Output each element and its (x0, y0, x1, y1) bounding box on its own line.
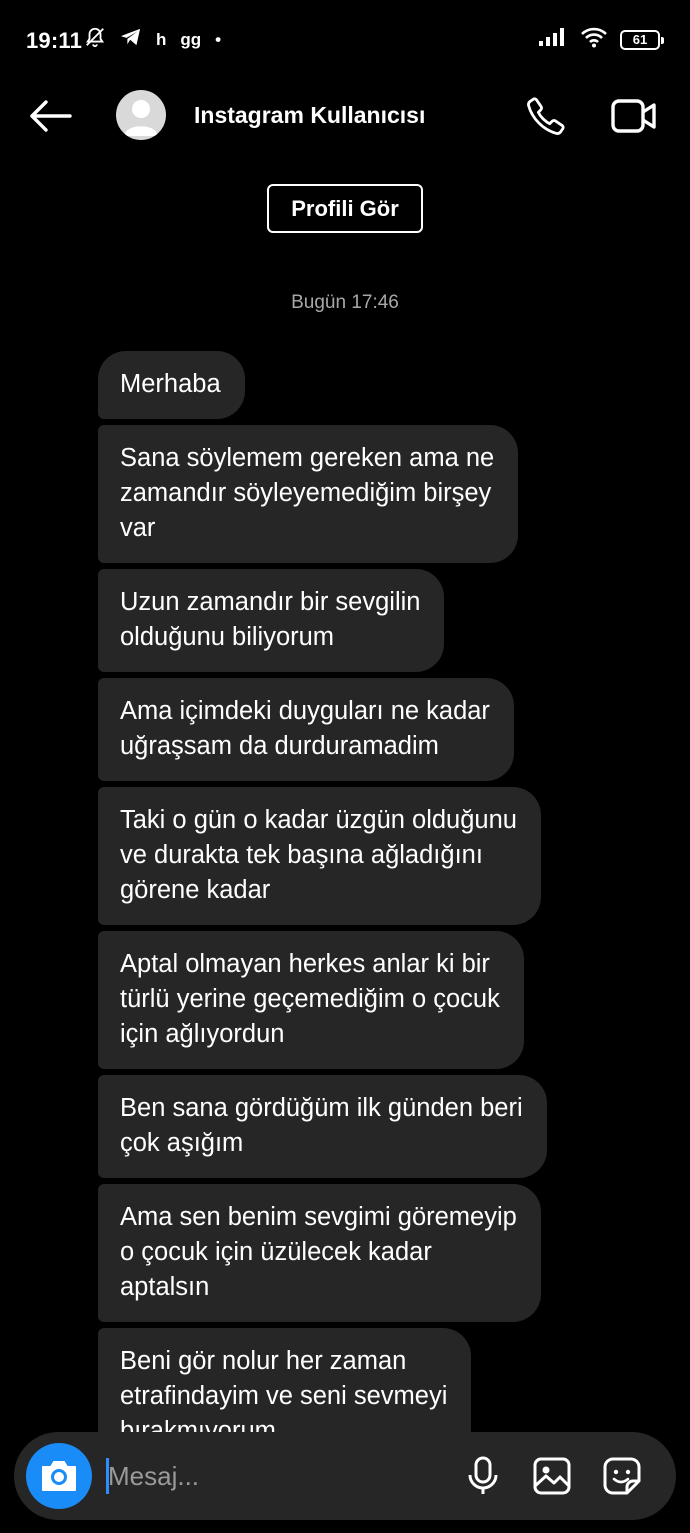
system-icons: 61 (538, 26, 664, 53)
sticker-icon (603, 1457, 641, 1495)
notification-icons: h gg • (84, 26, 221, 53)
message-bubble[interactable]: Taki o gün o kadar üzgün olduğunu ve dur… (98, 787, 541, 925)
message-timestamp: Bugün 17:46 (291, 292, 399, 313)
gg-notification: gg (180, 29, 202, 49)
video-camera-icon (611, 99, 656, 133)
message-bubble[interactable]: Ama sen benim sevgimi göremeyip o çocuk … (98, 1184, 541, 1322)
status-bar: 19:11 h gg • 61 (0, 0, 690, 80)
voice-message-button[interactable] (462, 1454, 504, 1498)
phone-icon (527, 97, 565, 135)
arrow-left-icon (30, 100, 72, 132)
chat-header: Instagram Kullanıcısı (0, 80, 690, 152)
message-bubble[interactable]: Merhaba (98, 351, 245, 419)
camera-button[interactable] (26, 1443, 92, 1509)
message-bubble[interactable]: Ama içimdeki duyguları ne kadar uğraşsam… (98, 678, 514, 781)
message-input[interactable] (108, 1452, 438, 1500)
battery-icon: 61 (620, 29, 664, 50)
contact-name[interactable]: Instagram Kullanıcısı (194, 102, 425, 129)
telegram-icon (120, 27, 142, 52)
message-bubble[interactable]: Uzun zamandır bir sevgilin olduğunu bili… (98, 569, 445, 672)
signal-icon (538, 27, 568, 52)
call-button[interactable] (522, 94, 570, 138)
status-time: 19:11 (26, 28, 83, 53)
h-notification: h (156, 29, 167, 49)
back-button[interactable] (24, 94, 76, 138)
microphone-icon (468, 1456, 498, 1494)
gallery-button[interactable] (530, 1454, 574, 1498)
message-list: Merhaba Sana söylemem gereken ama ne zam… (98, 351, 598, 1466)
avatar[interactable] (116, 90, 166, 140)
video-call-button[interactable] (608, 94, 660, 138)
image-icon (533, 1457, 571, 1495)
wifi-icon (580, 26, 608, 53)
message-composer (14, 1432, 676, 1520)
more-dot: • (215, 29, 222, 49)
sticker-button[interactable] (600, 1454, 644, 1498)
message-bubble[interactable]: Aptal olmayan herkes anlar ki bir türlü … (98, 931, 524, 1069)
muted-bell-icon (84, 26, 106, 53)
view-profile-button[interactable]: Profili Gör (267, 184, 423, 233)
battery-level: 61 (632, 32, 648, 47)
camera-icon (42, 1461, 76, 1491)
message-bubble[interactable]: Ben sana gördüğüm ilk günden beri çok aş… (98, 1075, 547, 1178)
message-bubble[interactable]: Sana söylemem gereken ama ne zamandır sö… (98, 425, 519, 563)
